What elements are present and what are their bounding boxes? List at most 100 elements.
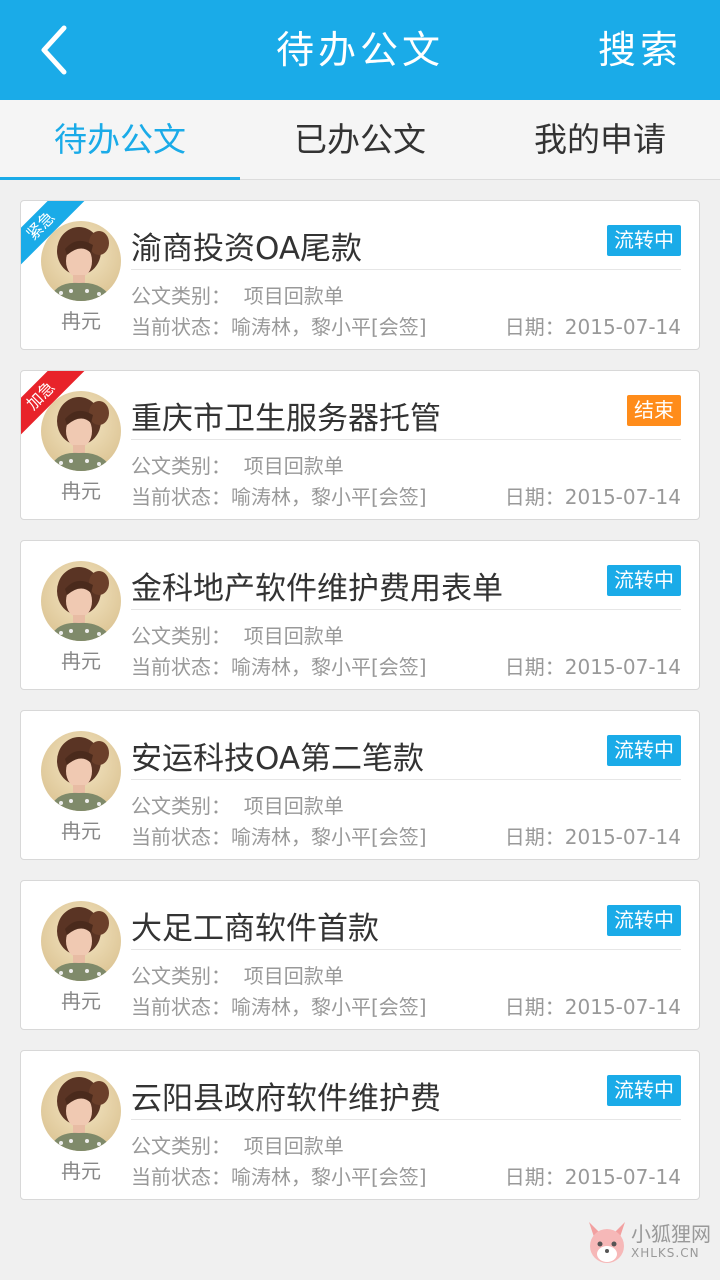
state-label: 当前状态： (131, 1165, 231, 1189)
tab-my-requests[interactable]: 我的申请 (480, 100, 720, 179)
status-badge: 结束 (627, 395, 681, 426)
search-button[interactable]: 搜索 (598, 0, 682, 100)
document-card[interactable]: 紧急 冉元 渝商投资OA尾款 流转中 公文类别： 项目回款单 当前状态：喻涛林，… (20, 200, 700, 350)
divider (131, 439, 681, 440)
fox-logo-icon (589, 1222, 625, 1263)
status-badge: 流转中 (607, 225, 681, 256)
category-label: 公文类别： (131, 284, 231, 308)
document-card[interactable]: 冉元 云阳县政府软件维护费 流转中 公文类别： 项目回款单 当前状态：喻涛林，黎… (20, 1050, 700, 1200)
tab-bar: 待办公文 已办公文 我的申请 (0, 100, 720, 180)
avatar (41, 561, 121, 641)
category-value: 项目回款单 (243, 624, 344, 648)
date-value: 2015-07-14 (564, 825, 681, 849)
category-row: 公文类别： 项目回款单 (131, 620, 344, 649)
category-value: 项目回款单 (243, 964, 344, 988)
document-card[interactable]: 加急 冉元 重庆市卫生服务器托管 结束 公文类别： 项目回款单 当前状态：喻涛林… (20, 370, 700, 520)
status-badge: 流转中 (607, 1075, 681, 1106)
divider (131, 949, 681, 950)
date-label: 日期： (504, 995, 565, 1019)
divider (131, 269, 681, 270)
category-row: 公文类别： 项目回款单 (131, 790, 344, 819)
author-name: 冉元 (61, 989, 101, 1013)
date-row: 日期：2015-07-14 (505, 311, 681, 340)
document-card[interactable]: 冉元 安运科技OA第二笔款 流转中 公文类别： 项目回款单 当前状态：喻涛林，黎… (20, 710, 700, 860)
category-label: 公文类别： (131, 624, 231, 648)
state-value: 喻涛林，黎小平[会签] (231, 315, 427, 339)
status-badge: 流转中 (607, 565, 681, 596)
date-label: 日期： (504, 315, 565, 339)
tab-done-docs[interactable]: 已办公文 (240, 100, 480, 179)
document-title: 重庆市卫生服务器托管 (131, 401, 441, 437)
author-name: 冉元 (61, 819, 101, 843)
status-badge: 流转中 (607, 735, 681, 766)
watermark-url: XHLKS.CN (631, 1246, 700, 1260)
author-name: 冉元 (61, 479, 101, 503)
date-row: 日期：2015-07-14 (505, 821, 681, 850)
avatar (41, 901, 121, 981)
state-label: 当前状态： (131, 995, 231, 1019)
document-title: 金科地产软件维护费用表单 (131, 571, 503, 607)
state-label: 当前状态： (131, 655, 231, 679)
date-label: 日期： (504, 825, 565, 849)
avatar (41, 221, 121, 301)
state-value: 喻涛林，黎小平[会签] (231, 655, 427, 679)
state-row: 当前状态：喻涛林，黎小平[会签] (131, 311, 427, 340)
status-badge: 流转中 (607, 905, 681, 936)
state-value: 喻涛林，黎小平[会签] (231, 825, 427, 849)
date-value: 2015-07-14 (564, 315, 681, 339)
date-row: 日期：2015-07-14 (505, 651, 681, 680)
watermark: 小狐狸网 XHLKS.CN (585, 1216, 711, 1272)
avatar (41, 731, 121, 811)
divider (131, 1119, 681, 1120)
author-name: 冉元 (61, 649, 101, 673)
document-list: 紧急 冉元 渝商投资OA尾款 流转中 公文类别： 项目回款单 当前状态：喻涛林，… (20, 200, 700, 1220)
date-value: 2015-07-14 (564, 655, 681, 679)
document-title: 云阳县政府软件维护费 (131, 1081, 441, 1117)
document-title: 大足工商软件首款 (131, 911, 379, 947)
state-row: 当前状态：喻涛林，黎小平[会签] (131, 481, 427, 510)
category-value: 项目回款单 (243, 284, 344, 308)
author-name: 冉元 (61, 309, 101, 333)
avatar (41, 1071, 121, 1151)
tab-pending-docs[interactable]: 待办公文 (0, 100, 240, 180)
category-label: 公文类别： (131, 964, 231, 988)
category-value: 项目回款单 (243, 1134, 344, 1158)
date-value: 2015-07-14 (564, 1165, 681, 1189)
category-value: 项目回款单 (243, 454, 344, 478)
state-label: 当前状态： (131, 315, 231, 339)
avatar (41, 391, 121, 471)
category-value: 项目回款单 (243, 794, 344, 818)
state-row: 当前状态：喻涛林，黎小平[会签] (131, 821, 427, 850)
document-title: 安运科技OA第二笔款 (131, 741, 425, 777)
divider (131, 779, 681, 780)
category-label: 公文类别： (131, 1134, 231, 1158)
date-value: 2015-07-14 (564, 995, 681, 1019)
back-button[interactable] (30, 22, 80, 78)
watermark-text: 小狐狸网 (631, 1222, 711, 1246)
category-row: 公文类别： 项目回款单 (131, 1130, 344, 1159)
date-row: 日期：2015-07-14 (505, 1161, 681, 1190)
document-card[interactable]: 冉元 金科地产软件维护费用表单 流转中 公文类别： 项目回款单 当前状态：喻涛林… (20, 540, 700, 690)
category-label: 公文类别： (131, 454, 231, 478)
state-label: 当前状态： (131, 825, 231, 849)
state-value: 喻涛林，黎小平[会签] (231, 995, 427, 1019)
category-row: 公文类别： 项目回款单 (131, 450, 344, 479)
date-value: 2015-07-14 (564, 485, 681, 509)
date-label: 日期： (504, 1165, 565, 1189)
category-label: 公文类别： (131, 794, 231, 818)
state-value: 喻涛林，黎小平[会签] (231, 485, 427, 509)
state-row: 当前状态：喻涛林，黎小平[会签] (131, 991, 427, 1020)
state-row: 当前状态：喻涛林，黎小平[会签] (131, 651, 427, 680)
chevron-left-icon (41, 25, 67, 75)
document-card[interactable]: 冉元 大足工商软件首款 流转中 公文类别： 项目回款单 当前状态：喻涛林，黎小平… (20, 880, 700, 1030)
date-row: 日期：2015-07-14 (505, 991, 681, 1020)
category-row: 公文类别： 项目回款单 (131, 280, 344, 309)
category-row: 公文类别： 项目回款单 (131, 960, 344, 989)
divider (131, 609, 681, 610)
app-header: 待办公文 搜索 (0, 0, 720, 100)
document-title: 渝商投资OA尾款 (131, 231, 363, 267)
author-name: 冉元 (61, 1159, 101, 1183)
date-row: 日期：2015-07-14 (505, 481, 681, 510)
state-row: 当前状态：喻涛林，黎小平[会签] (131, 1161, 427, 1190)
state-label: 当前状态： (131, 485, 231, 509)
